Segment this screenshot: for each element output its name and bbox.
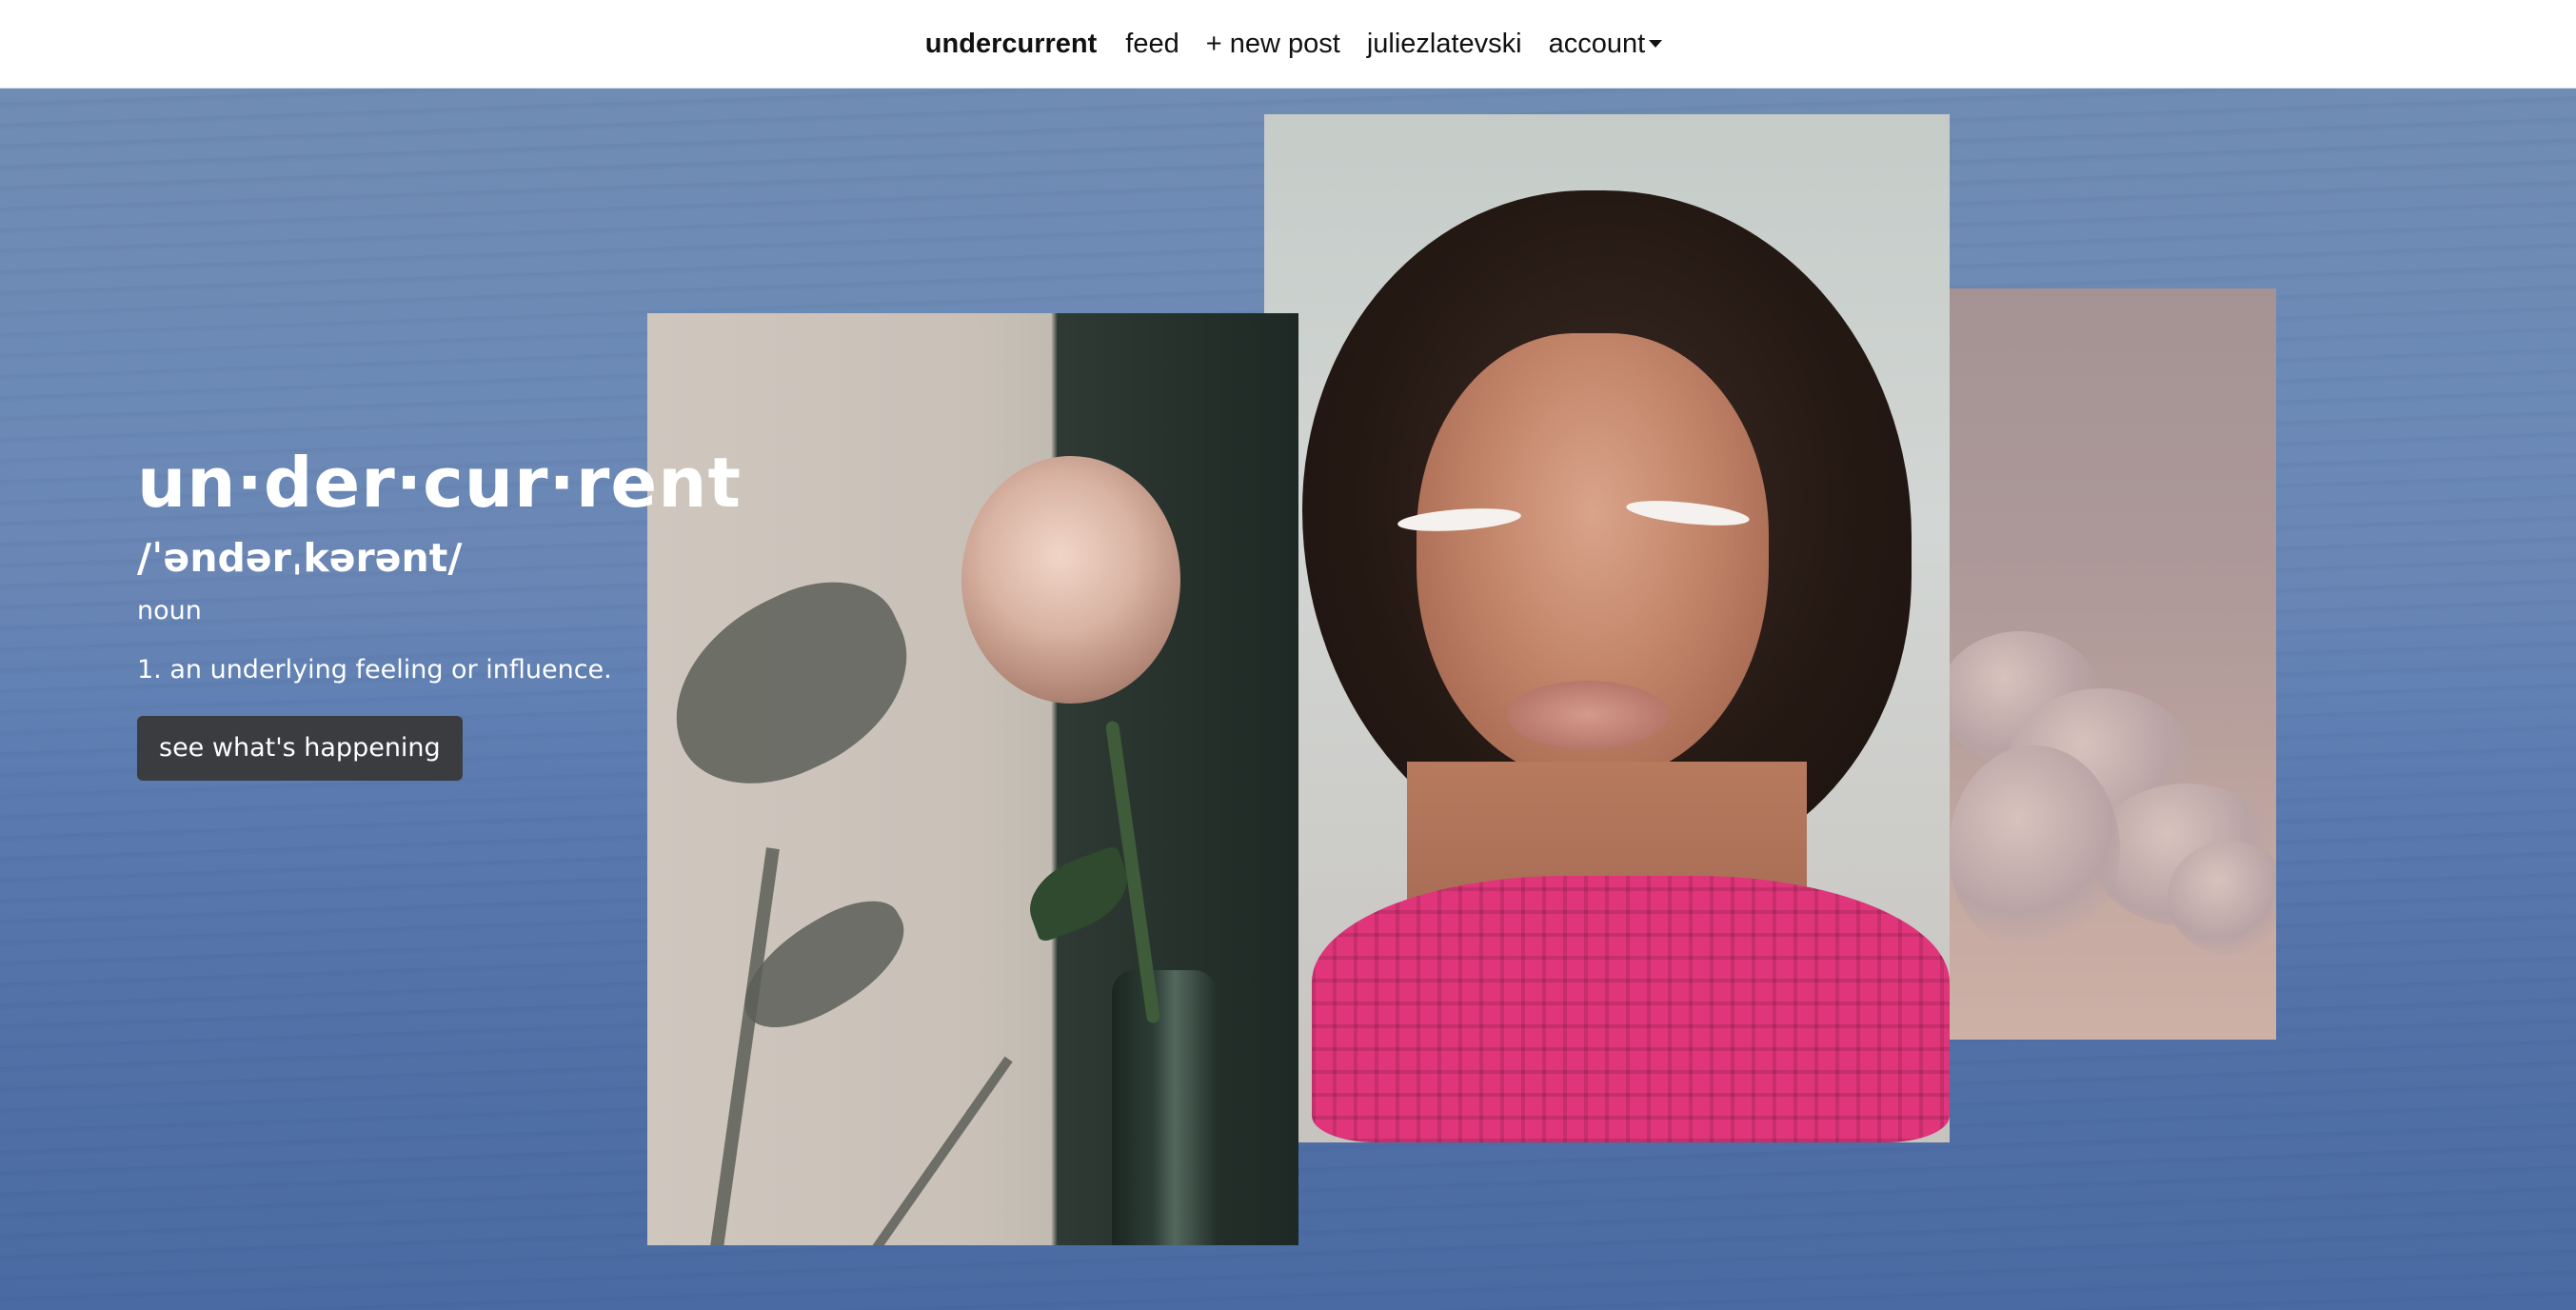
account-label: account xyxy=(1548,28,1646,59)
definition-phonetic: /ˈəndərˌkərənt/ xyxy=(137,535,463,581)
rose-photo xyxy=(647,313,1298,1245)
definition-block: un·der·cur·rent /ˈəndərˌkərənt/ noun 1. … xyxy=(137,440,742,781)
nav-item-account-dropdown[interactable]: account xyxy=(1549,29,1663,60)
nav-links: undercurrent feed + new post juliezlatev… xyxy=(912,29,1675,60)
nav-item-profile[interactable]: juliezlatevski xyxy=(1367,29,1522,60)
nav-brand-link[interactable]: undercurrent xyxy=(925,29,1097,60)
see-whats-happening-button[interactable]: see what's happening xyxy=(137,716,463,781)
rose-bloom xyxy=(961,456,1180,704)
nav-item-new-post[interactable]: + new post xyxy=(1206,29,1340,60)
cloud-shape xyxy=(2168,841,2276,955)
lips-shape xyxy=(1507,681,1669,749)
definition-word: un·der·cur·rent xyxy=(137,443,742,523)
cloud-shape xyxy=(1949,745,2120,955)
cloud-sky-photo xyxy=(1949,288,2276,1040)
pink-knit-collar xyxy=(1312,876,1950,1142)
hero-ocean-background: un·der·cur·rent /ˈəndərˌkərənt/ noun 1. … xyxy=(0,89,2576,1310)
caret-down-icon xyxy=(1649,39,1663,48)
definition-meaning: 1. an underlying feeling or influence. xyxy=(137,655,612,685)
top-navbar: undercurrent feed + new post juliezlatev… xyxy=(0,0,2576,89)
portrait-photo xyxy=(1264,114,1950,1142)
glass-bottle xyxy=(1112,970,1217,1245)
nav-item-feed[interactable]: feed xyxy=(1125,29,1179,60)
rose-leaf xyxy=(1018,844,1139,943)
definition-part-of-speech: noun xyxy=(137,596,202,625)
stem-shadow xyxy=(709,847,780,1245)
stem-shadow xyxy=(862,1056,1013,1245)
